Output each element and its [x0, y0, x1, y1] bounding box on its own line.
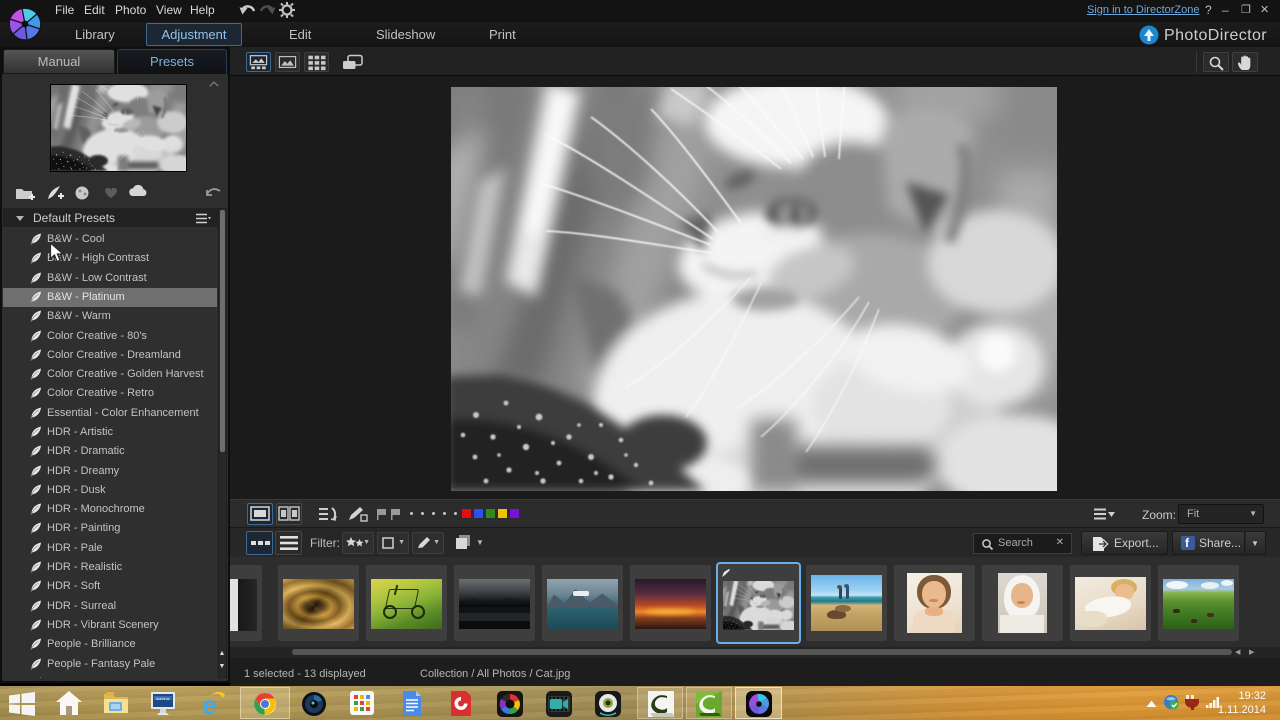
svg-text:Antivirus: Antivirus [156, 697, 170, 701]
